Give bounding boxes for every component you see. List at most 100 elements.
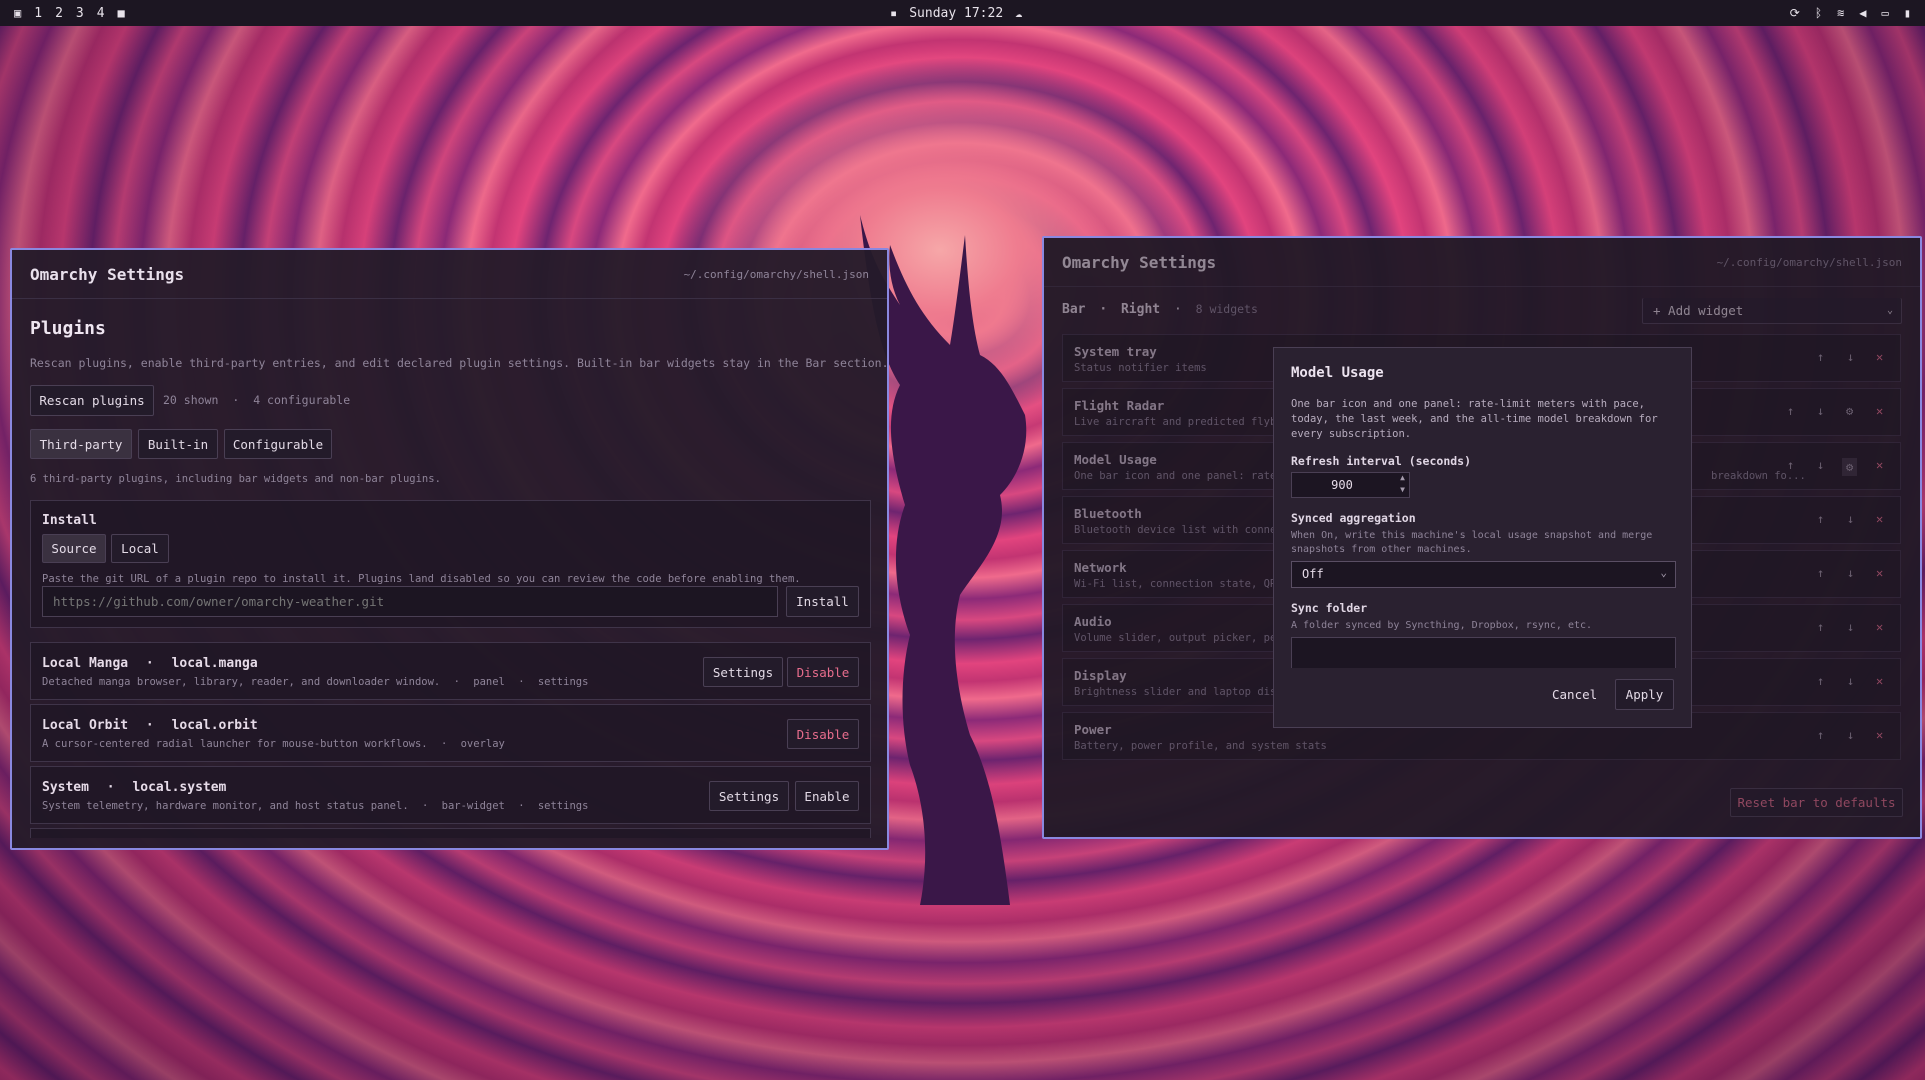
- move-up-icon[interactable]: ↑: [1787, 458, 1794, 472]
- rescan-plugins-button[interactable]: Rescan plugins: [30, 385, 154, 416]
- move-down-icon[interactable]: ↓: [1847, 728, 1854, 742]
- remove-icon[interactable]: ✕: [1876, 512, 1883, 526]
- breadcrumb: Bar · Right · 8 widgets: [1062, 302, 1258, 317]
- spin-down-icon[interactable]: ▼: [1400, 485, 1405, 494]
- plugin-disable-button[interactable]: Disable: [787, 657, 859, 687]
- chevron-down-icon: ⌄: [1886, 305, 1893, 316]
- widget-name: Bluetooth: [1074, 506, 1142, 521]
- widget-name: Model Usage: [1074, 452, 1157, 467]
- plugin-settings-button[interactable]: Settings: [703, 657, 783, 687]
- add-widget-dropdown[interactable]: + Add widget ⌄: [1642, 298, 1902, 324]
- move-up-icon[interactable]: ↑: [1817, 620, 1824, 634]
- reset-bar-button[interactable]: Reset bar to defaults: [1730, 788, 1903, 817]
- update-icon[interactable]: ⟳: [1790, 7, 1800, 19]
- plugin-enable-button[interactable]: Enable: [795, 781, 859, 811]
- top-bar: ▣ 1 2 3 4 ■ ▪ Sunday 17:22 ☁ ⟳ ᛒ ≋ ◀ ▭ ▮: [0, 0, 1925, 26]
- remove-icon[interactable]: ✕: [1876, 674, 1883, 688]
- bluetooth-icon[interactable]: ᛒ: [1815, 7, 1822, 19]
- remove-icon[interactable]: ✕: [1876, 350, 1883, 364]
- active-workspace-dot-icon[interactable]: ■: [118, 7, 125, 19]
- remove-icon[interactable]: ✕: [1876, 620, 1883, 634]
- move-down-icon[interactable]: ↓: [1847, 350, 1854, 364]
- plugin-separator: ·: [145, 656, 154, 671]
- gear-icon[interactable]: ⚙: [1846, 404, 1853, 418]
- refresh-interval-spinbox[interactable]: 900 ▲ ▼: [1291, 472, 1410, 498]
- widget-name: Display: [1074, 668, 1127, 683]
- sync-folder-help: A folder synced by Syncthing, Dropbox, r…: [1291, 620, 1593, 631]
- synced-aggregation-select[interactable]: Off ⌄: [1291, 561, 1676, 588]
- remove-icon[interactable]: ✕: [1876, 404, 1883, 418]
- move-up-icon[interactable]: ↑: [1817, 728, 1824, 742]
- calendar-icon: ▪: [890, 6, 898, 20]
- count-separator: ·: [232, 393, 240, 407]
- install-help: Paste the git URL of a plugin repo to in…: [42, 573, 801, 585]
- install-source-tab[interactable]: Source: [42, 534, 106, 563]
- widget-desc: Battery, power profile, and system stats: [1074, 740, 1327, 752]
- move-down-icon[interactable]: ↓: [1847, 566, 1854, 580]
- widget-desc: One bar icon and one panel: rate-: [1074, 470, 1283, 482]
- move-up-icon[interactable]: ↑: [1817, 350, 1824, 364]
- widget-desc: Volume slider, output picker, per: [1074, 632, 1283, 644]
- plugin-description: A cursor-centered radial launcher for mo…: [42, 738, 428, 750]
- move-up-icon[interactable]: ↑: [1817, 512, 1824, 526]
- sync-folder-input[interactable]: [1291, 637, 1676, 668]
- gear-icon[interactable]: ⚙: [1842, 458, 1858, 476]
- workspace-1[interactable]: 1: [34, 6, 42, 21]
- move-down-icon[interactable]: ↓: [1847, 674, 1854, 688]
- remove-icon[interactable]: ✕: [1876, 566, 1883, 580]
- spin-up-icon[interactable]: ▲: [1400, 473, 1405, 482]
- move-down-icon[interactable]: ↓: [1847, 512, 1854, 526]
- install-button[interactable]: Install: [786, 586, 859, 617]
- model-usage-dialog: Model Usage One bar icon and one panel: …: [1273, 347, 1692, 728]
- workspace-3[interactable]: 3: [76, 6, 84, 21]
- workspace-4[interactable]: 4: [97, 6, 105, 21]
- filter-third-party-tab[interactable]: Third-party: [30, 429, 132, 459]
- workspace-2[interactable]: 2: [55, 6, 63, 21]
- dialog-description: One bar icon and one panel: rate-limit m…: [1291, 398, 1658, 440]
- move-up-icon[interactable]: ↑: [1787, 404, 1794, 418]
- filter-built-in-tab[interactable]: Built-in: [138, 429, 218, 459]
- widget-count: 8 widgets: [1195, 302, 1258, 316]
- widget-desc: Wi-Fi list, connection state, QR: [1074, 578, 1277, 590]
- move-down-icon[interactable]: ↓: [1847, 620, 1854, 634]
- install-local-tab[interactable]: Local: [111, 534, 169, 563]
- app-launcher-icon[interactable]: ▣: [14, 7, 21, 19]
- plugin-separator: ·: [518, 800, 525, 812]
- plugin-card-partial: [30, 828, 871, 838]
- filter-summary: 6 third-party plugins, including bar wid…: [30, 473, 441, 485]
- plugin-tag: bar-widget: [441, 800, 505, 812]
- filter-configurable-tab[interactable]: Configurable: [224, 429, 332, 459]
- plugin-disable-button[interactable]: Disable: [787, 719, 859, 749]
- move-down-icon[interactable]: ↓: [1817, 404, 1824, 418]
- breadcrumb-bar[interactable]: Bar: [1062, 302, 1085, 317]
- plugin-settings-button[interactable]: Settings: [709, 781, 789, 811]
- remove-icon[interactable]: ✕: [1876, 458, 1883, 472]
- widget-desc: Bluetooth device list with connect: [1074, 524, 1289, 536]
- clock[interactable]: Sunday 17:22: [909, 6, 1003, 21]
- display-icon[interactable]: ▭: [1882, 7, 1889, 19]
- widget-name: Network: [1074, 560, 1127, 575]
- plugin-url-input[interactable]: [42, 586, 778, 617]
- plugin-meta: System telemetry, hardware monitor, and …: [42, 800, 588, 812]
- plugin-tag: settings: [537, 676, 589, 688]
- remove-icon[interactable]: ✕: [1876, 728, 1883, 742]
- install-card: Install Source Local Paste the git URL o…: [30, 500, 871, 628]
- breadcrumb-right[interactable]: Right: [1121, 302, 1160, 317]
- plugin-meta: Detached manga browser, library, reader,…: [42, 676, 588, 688]
- weather-cloud-icon[interactable]: ☁: [1015, 7, 1022, 19]
- move-up-icon[interactable]: ↑: [1817, 674, 1824, 688]
- battery-icon[interactable]: ▮: [1904, 7, 1911, 19]
- move-down-icon[interactable]: ↓: [1817, 458, 1824, 472]
- plugin-separator: ·: [421, 800, 429, 812]
- cancel-button[interactable]: Cancel: [1552, 687, 1597, 702]
- plugin-title: Local Manga · local.manga: [42, 656, 258, 671]
- move-up-icon[interactable]: ↑: [1817, 566, 1824, 580]
- plugin-separator: ·: [145, 718, 154, 733]
- config-path: ~/.config/omarchy/shell.json: [1716, 256, 1902, 269]
- wifi-icon[interactable]: ≋: [1837, 7, 1844, 19]
- volume-icon[interactable]: ◀: [1859, 7, 1866, 19]
- settings-window-plugins: Omarchy Settings ~/.config/omarchy/shell…: [10, 248, 889, 850]
- apply-button[interactable]: Apply: [1615, 679, 1674, 710]
- add-widget-label: + Add widget: [1653, 303, 1744, 318]
- shown-count: 20 shown: [163, 393, 219, 407]
